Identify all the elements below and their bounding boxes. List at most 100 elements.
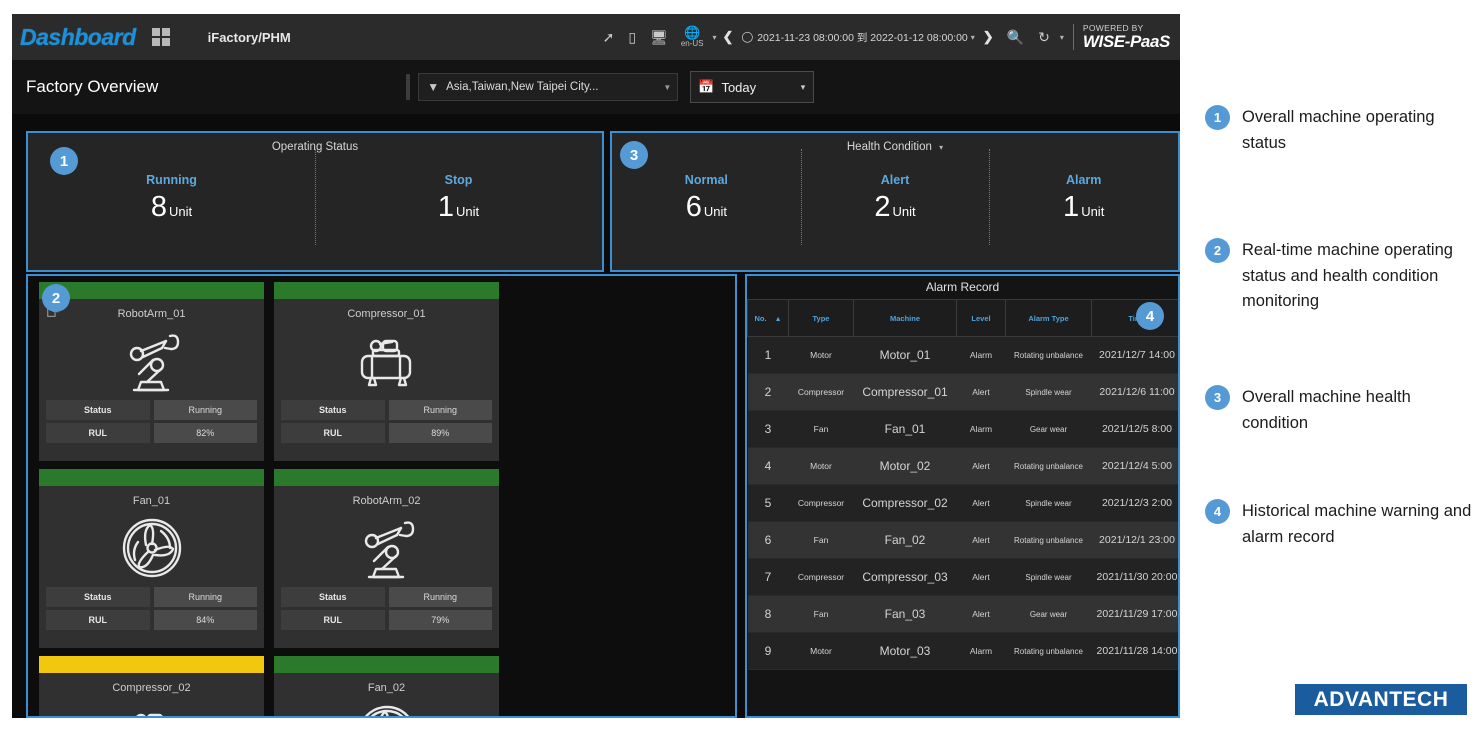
filter-bar: Factory Overview ▼ Asia,Taiwan,New Taipe… [12,60,1180,114]
annotation-item: 1Overall machine operating status [1205,105,1473,156]
health-condition-title: Health Condition ▾ [612,133,1178,153]
cell-time: 2021/11/30 20:00 [1092,559,1181,596]
cell-no: 5 [748,485,789,522]
date-preset-select[interactable]: 📅 Today ▾ [690,71,814,103]
cell-alarm_type: Gear wear [1006,411,1092,448]
machine-status-bar [39,656,264,673]
callout-badge-1: 1 [50,147,78,175]
cell-type: Compressor [789,374,854,411]
chevron-down-icon[interactable]: ▾ [939,143,943,152]
chevron-down-icon[interactable]: ▼ [663,83,671,92]
refresh-icon[interactable]: ↻ [1038,29,1050,46]
status-label: Status [281,587,385,607]
zoom-out-icon[interactable]: 🔍 [1007,29,1024,46]
kpi-value: 1 [1063,191,1079,223]
cell-level: Alarm [957,633,1006,670]
cell-type: Fan [789,411,854,448]
table-row[interactable]: 7CompressorCompressor_03AlertSpindle wea… [748,559,1181,596]
callout-badge-4: 4 [1136,302,1164,330]
machine-status-row: StatusRunning [46,587,257,607]
table-row[interactable]: 3FanFan_01AlarmGear wear2021/12/5 8:00 [748,411,1181,448]
table-row[interactable]: 5CompressorCompressor_02AlertSpindle wea… [748,485,1181,522]
column-header-no[interactable]: No.▲ [748,300,789,337]
kpi-label: Normal [685,173,728,187]
cell-alarm_type: Rotating unbalance [1006,633,1092,670]
panel-handle[interactable] [406,74,410,100]
machine-rul-row: RUL79% [281,610,492,630]
cell-level: Alert [957,448,1006,485]
machine-status-row: StatusRunning [46,400,257,420]
clock-icon: ◯ [741,31,753,43]
kpi-stop[interactable]: Stop 1Unit [315,155,602,250]
machine-card[interactable]: Fan_02StatusRunningRUL90% [274,656,499,718]
column-header-level[interactable]: Level [957,300,1006,337]
machine-name: RobotArm_01 [39,303,264,320]
cell-time: 2021/12/1 23:00 [1092,522,1181,559]
annotation-text: Real-time machine operating status and h… [1242,238,1473,315]
locale-selector[interactable]: 🌐 en-US [681,26,704,48]
calendar-icon: 📅 [698,79,714,95]
prev-range-button[interactable]: ❮ [723,29,734,45]
machine-card[interactable]: RobotArm_02StatusRunningRUL79% [274,469,499,648]
status-value: Running [154,587,258,607]
cell-level: Alarm [957,337,1006,374]
grid-icon[interactable] [152,28,170,46]
machine-status-bar [274,469,499,486]
machine-rul-row: RUL82% [46,423,257,443]
chevron-down-icon[interactable]: ▾ [801,82,806,93]
kpi-value: 1 [438,191,454,223]
cell-type: Motor [789,448,854,485]
sort-ascending-icon[interactable]: ▲ [775,316,782,323]
cell-machine: Compressor_01 [854,374,957,411]
machine-status-row: StatusRunning [281,587,492,607]
refresh-caret-icon[interactable]: ▾ [1060,33,1064,42]
location-filter-value: Asia,Taiwan,New Taipei City... [446,81,598,93]
annotation-badge: 4 [1205,499,1230,524]
date-range-picker[interactable]: ◯ 2021-11-23 08:00:00 到 2022-01-12 08:00… [741,30,974,45]
annotation-item: 4Historical machine warning and alarm re… [1205,499,1473,550]
mobile-icon[interactable]: ▯ [628,29,636,46]
kpi-label: Alert [881,173,909,187]
cell-no: 7 [748,559,789,596]
dashboard-brand[interactable]: Dashboard [20,24,136,51]
cell-level: Alert [957,559,1006,596]
rul-value: 89% [389,423,493,443]
kpi-normal[interactable]: Normal 6Unit [612,155,801,250]
column-header-type[interactable]: Type [789,300,854,337]
table-row[interactable]: 9MotorMotor_03AlarmRotating unbalance202… [748,633,1181,670]
cell-level: Alarm [957,411,1006,448]
cell-time: 2021/12/3 2:00 [1092,485,1181,522]
table-header-row: No.▲TypeMachineLevelAlarm TypeTime [748,300,1181,337]
machine-card[interactable]: RobotArm_01 StatusRunning RUL82% [39,282,264,461]
kpi-alarm[interactable]: Alarm 1Unit [989,155,1178,250]
machine-card[interactable]: Compressor_02StatusRunningRUL56% [39,656,264,718]
date-range-label: 2021-11-23 08:00:00 到 2022-01-12 08:00:0… [757,30,968,45]
table-row[interactable]: 8FanFan_03AlertGear wear2021/11/29 17:00 [748,596,1181,633]
table-row[interactable]: 1MotorMotor_01AlarmRotating unbalance202… [748,337,1181,374]
machine-status-bar [274,656,499,673]
annotation-list: 1Overall machine operating status2Real-t… [1205,105,1473,585]
fan-icon [39,509,264,587]
cell-no: 6 [748,522,789,559]
annotation-text: Overall machine operating status [1242,105,1473,156]
table-row[interactable]: 4MotorMotor_02AlertRotating unbalance202… [748,448,1181,485]
date-range-caret-icon[interactable]: ▾ [971,33,975,42]
next-range-button[interactable]: ❯ [983,29,994,45]
alarm-record-panel: Alarm Record 4 No.▲TypeMachineLevelAlarm… [745,274,1180,718]
cell-machine: Motor_03 [854,633,957,670]
column-header-alarm_type[interactable]: Alarm Type [1006,300,1092,337]
column-header-machine[interactable]: Machine [854,300,957,337]
location-filter-select[interactable]: ▼ Asia,Taiwan,New Taipei City... ▼ [418,73,678,101]
cell-alarm_type: Rotating unbalance [1006,448,1092,485]
health-condition-title-label: Health Condition [847,141,932,153]
share-icon[interactable]: ➚ [603,29,615,46]
machine-card[interactable]: Compressor_01StatusRunningRUL89% [274,282,499,461]
desktop-icon[interactable]: 🖥 [650,29,668,46]
locale-caret-icon[interactable]: ▾ [713,33,717,42]
machine-rul-row: RUL84% [46,610,257,630]
cell-type: Compressor [789,485,854,522]
table-row[interactable]: 2CompressorCompressor_01AlertSpindle wea… [748,374,1181,411]
table-row[interactable]: 6FanFan_02AlertRotating unbalance2021/12… [748,522,1181,559]
machine-card[interactable]: Fan_01StatusRunningRUL84% [39,469,264,648]
kpi-alert[interactable]: Alert 2Unit [801,155,990,250]
